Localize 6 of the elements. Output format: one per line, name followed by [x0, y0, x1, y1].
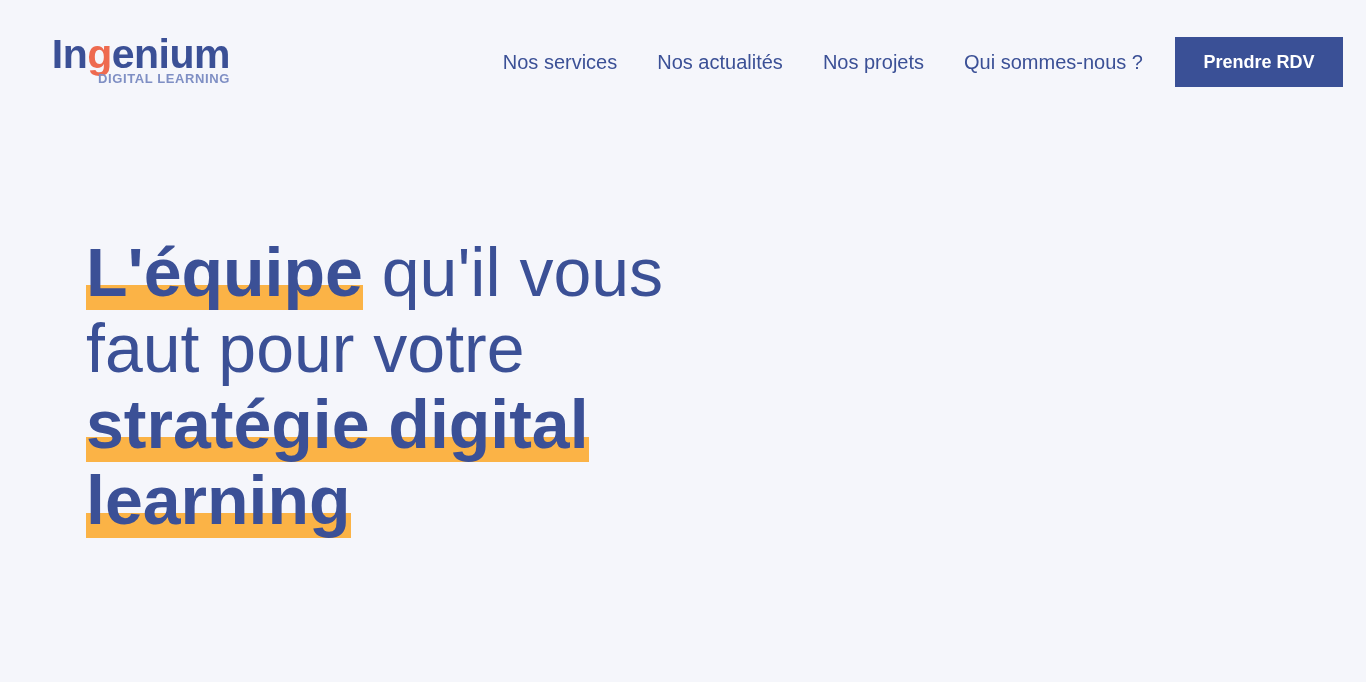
nav-link[interactable]: Nos actualités	[657, 50, 783, 74]
logo-wordmark[interactable]: Ingenium DIGITAL LEARNING	[40, 32, 230, 86]
nav-link[interactable]: Nos projets	[822, 50, 925, 74]
appointment-button[interactable]: Prendre RDV	[1175, 37, 1343, 87]
nav-link[interactable]: Qui sommes-nous ?	[964, 50, 1143, 74]
nav-link[interactable]: Nos services	[502, 50, 618, 74]
